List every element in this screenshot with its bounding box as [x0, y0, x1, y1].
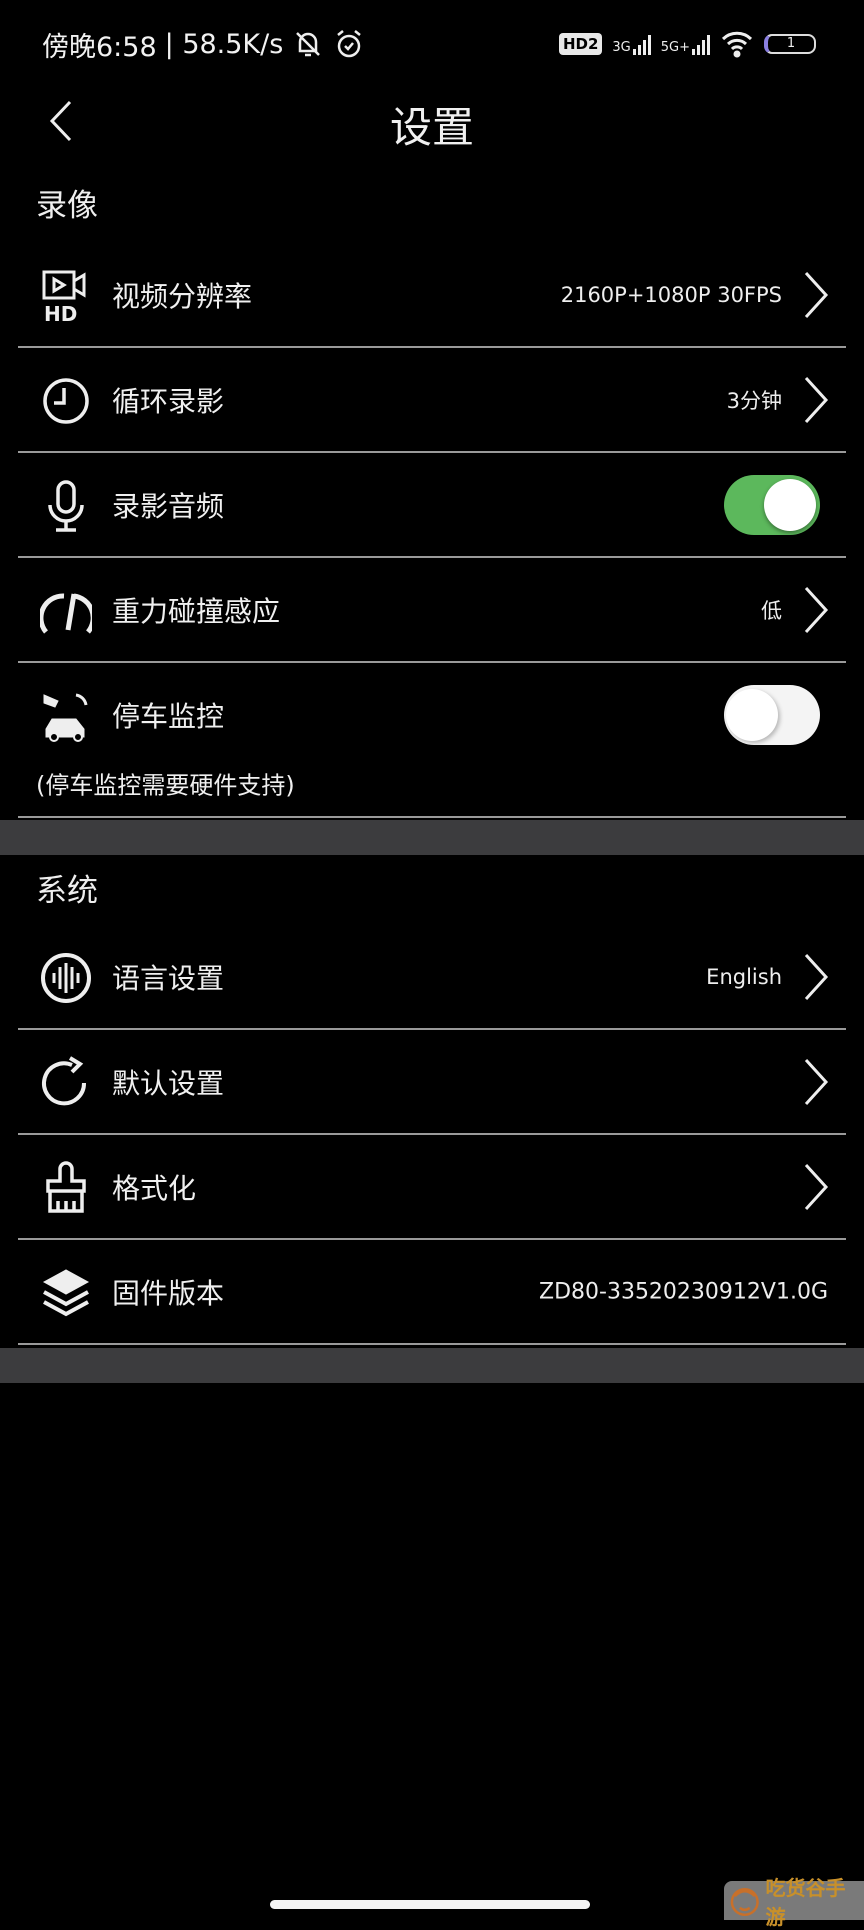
status-time: 傍晚6:58: [42, 31, 157, 63]
setting-row[interactable]: 循环录影 3分钟: [18, 348, 846, 453]
chevron-right-icon: [804, 376, 829, 423]
header: 设置: [0, 90, 864, 152]
setting-value: English: [706, 964, 782, 989]
chevron-right-icon: [804, 586, 829, 633]
battery-icon: 1: [764, 34, 816, 54]
setting-row[interactable]: 默认设置: [18, 1030, 846, 1135]
setting-label: 语言设置: [112, 961, 225, 995]
brush-icon: [46, 1161, 86, 1213]
signal-bars-icon: [692, 33, 710, 55]
parking-monitor-icon: [43, 693, 88, 742]
svg-text:HD: HD: [44, 302, 77, 323]
signal-3g: 3G: [612, 33, 651, 55]
setting-value: 3分钟: [726, 388, 782, 413]
section-title: 录像: [36, 188, 98, 224]
chevron-right-icon: [804, 1058, 829, 1105]
setting-row[interactable]: 录影音频: [18, 453, 846, 558]
section-divider: [0, 1348, 864, 1383]
home-indicator[interactable]: [270, 1900, 590, 1909]
hint-text: (停车监控需要硬件支持): [36, 771, 295, 800]
setting-label: 格式化: [112, 1171, 197, 1205]
setting-value: 2160P+1080P 30FPS: [560, 282, 782, 307]
audio-wave-icon: [41, 953, 91, 1003]
setting-label: 默认设置: [112, 1066, 225, 1100]
signal-5g: 5G+: [661, 33, 710, 55]
setting-row[interactable]: 停车监控 (停车监控需要硬件支持): [18, 663, 846, 818]
refresh-icon: [42, 1056, 87, 1106]
chevron-right-icon: [804, 1163, 829, 1210]
clock-icon: [43, 378, 89, 424]
setting-row[interactable]: 固件版本 ZD80-33520230912V1.0G: [18, 1240, 846, 1345]
toggle-switch[interactable]: [724, 685, 820, 745]
setting-row[interactable]: 语言设置 English: [18, 925, 846, 1030]
setting-label: 循环录影: [112, 384, 225, 418]
setting-row[interactable]: HD 视频分辨率 2160P+1080P 30FPS: [18, 243, 846, 348]
network-speed: | 58.5K/s: [164, 28, 284, 60]
status-bar-right: HD2 3G 5G+ 1: [558, 26, 816, 62]
status-bar-left: 傍晚6:58 | 58.5K/s: [42, 22, 365, 66]
face-icon: [730, 1887, 759, 1916]
chevron-right-icon: [804, 953, 829, 1000]
section-title: 系统: [36, 873, 98, 909]
setting-value: ZD80-33520230912V1.0G: [539, 1279, 828, 1304]
section-divider: [0, 820, 864, 855]
watermark-logo: 吃货谷手游: [724, 1876, 864, 1929]
setting-label: 重力碰撞感应: [112, 594, 281, 628]
toggle-switch[interactable]: [724, 474, 820, 535]
alarm-icon: [337, 30, 362, 58]
gauge-icon: [40, 593, 92, 634]
hd-badge: HD2: [558, 33, 603, 55]
layers-icon: [42, 1269, 90, 1317]
microphone-icon: [48, 480, 84, 532]
signal-bars-icon: [632, 33, 651, 55]
setting-value: 低: [761, 598, 782, 623]
bell-muted-icon: [296, 32, 321, 57]
setting-row[interactable]: 格式化: [18, 1135, 846, 1240]
setting-label: 录影音频: [112, 489, 225, 523]
setting-label: 固件版本: [112, 1276, 225, 1310]
setting-row[interactable]: 重力碰撞感应 低: [18, 558, 846, 663]
wifi-icon: [721, 31, 753, 58]
page-title: 设置: [389, 103, 474, 152]
video-hd-icon: HD: [42, 270, 86, 323]
setting-label: 视频分辨率: [112, 279, 253, 313]
setting-label: 停车监控: [112, 700, 225, 733]
chevron-right-icon: [804, 271, 829, 318]
